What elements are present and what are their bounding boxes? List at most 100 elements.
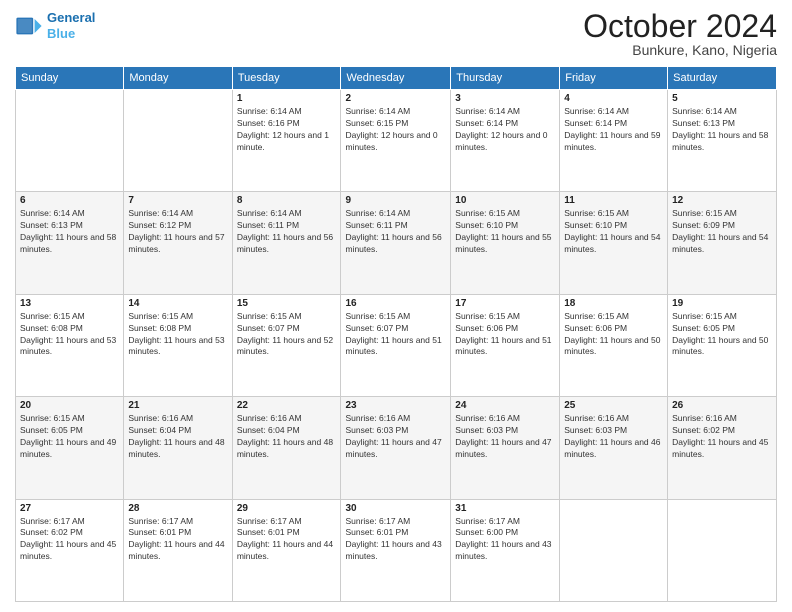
day-info: Sunrise: 6:14 AMSunset: 6:16 PMDaylight:… [237, 106, 337, 154]
calendar-cell-w3-d6: 19Sunrise: 6:15 AMSunset: 6:05 PMDayligh… [668, 294, 777, 396]
day-number: 28 [128, 503, 227, 514]
col-sunday: Sunday [16, 67, 124, 90]
calendar-cell-w4-d5: 25 Sunrise: 6:16 AMSunset: 6:03 PMDayligh… [560, 397, 668, 499]
day-number: 7 [128, 195, 227, 206]
calendar-cell-w2-d2: 8 Sunrise: 6:14 AMSunset: 6:11 PMDaylight… [232, 192, 341, 294]
day-info: Sunrise: 6:16 AMSunset: 6:04 PMDaylight:… [128, 413, 227, 461]
day-number: 10 [455, 195, 555, 206]
logo-text: General Blue [47, 10, 95, 41]
col-wednesday: Wednesday [341, 67, 451, 90]
calendar-cell-w5-d0: 27 Sunrise: 6:17 AMSunset: 6:02 PMDayligh… [16, 499, 124, 601]
day-info: Sunrise: 6:16 AMSunset: 6:03 PMDaylight:… [564, 413, 663, 461]
calendar-week-4: 20 Sunrise: 6:15 AMSunset: 6:05 PMDayligh… [16, 397, 777, 499]
day-info: Sunrise: 6:15 AMSunset: 6:07 PMDaylight:… [237, 311, 337, 359]
day-info: Sunrise: 6:16 AMSunset: 6:02 PMDaylight:… [672, 413, 772, 461]
day-info: Sunrise: 6:16 AMSunset: 6:04 PMDaylight:… [237, 413, 337, 461]
day-info: Sunrise: 6:15 AMSunset: 6:09 PMDaylight:… [672, 208, 772, 256]
logo: General Blue [15, 10, 95, 41]
day-number: 27 [20, 503, 119, 514]
page-header: General Blue October 2024 Bunkure, Kano,… [15, 10, 777, 58]
calendar-header-row: Sunday Monday Tuesday Wednesday Thursday… [16, 67, 777, 90]
calendar-cell-w4-d4: 24 Sunrise: 6:16 AMSunset: 6:03 PMDayligh… [451, 397, 560, 499]
calendar-cell-w4-d3: 23 Sunrise: 6:16 AMSunset: 6:03 PMDayligh… [341, 397, 451, 499]
calendar-cell-w1-d1 [124, 90, 232, 192]
logo-line2: Blue [47, 26, 75, 41]
col-friday: Friday [560, 67, 668, 90]
day-info: Sunrise: 6:17 AMSunset: 6:02 PMDaylight:… [20, 516, 119, 564]
calendar-cell-w1-d4: 3Sunrise: 6:14 AMSunset: 6:14 PMDaylight… [451, 90, 560, 192]
day-number: 11 [564, 195, 663, 206]
day-number: 20 [20, 400, 119, 411]
calendar-week-1: 1 Sunrise: 6:14 AMSunset: 6:16 PMDaylight… [16, 90, 777, 192]
day-number: 18 [564, 298, 663, 309]
day-number: 23 [345, 400, 446, 411]
day-number: 12 [672, 195, 772, 206]
calendar-cell-w2-d3: 9Sunrise: 6:14 AMSunset: 6:11 PMDaylight… [341, 192, 451, 294]
day-info: Sunrise: 6:17 AMSunset: 6:01 PMDaylight:… [237, 516, 337, 564]
day-number: 16 [345, 298, 446, 309]
day-info: Sunrise: 6:17 AMSunset: 6:01 PMDaylight:… [128, 516, 227, 564]
day-number: 24 [455, 400, 555, 411]
month-title: October 2024 [583, 10, 777, 42]
day-info: Sunrise: 6:15 AMSunset: 6:08 PMDaylight:… [20, 311, 119, 359]
day-info: Sunrise: 6:17 AMSunset: 6:00 PMDaylight:… [455, 516, 555, 564]
day-number: 31 [455, 503, 555, 514]
day-number: 26 [672, 400, 772, 411]
calendar-cell-w5-d6 [668, 499, 777, 601]
col-thursday: Thursday [451, 67, 560, 90]
calendar-cell-w3-d1: 14 Sunrise: 6:15 AMSunset: 6:08 PMDayligh… [124, 294, 232, 396]
calendar-cell-w2-d1: 7Sunrise: 6:14 AMSunset: 6:12 PMDaylight… [124, 192, 232, 294]
calendar-cell-w3-d2: 15Sunrise: 6:15 AMSunset: 6:07 PMDayligh… [232, 294, 341, 396]
day-info: Sunrise: 6:14 AMSunset: 6:11 PMDaylight:… [345, 208, 446, 256]
day-number: 6 [20, 195, 119, 206]
calendar-cell-w2-d0: 6 Sunrise: 6:14 AMSunset: 6:13 PMDaylight… [16, 192, 124, 294]
logo-line1: General [47, 10, 95, 25]
calendar-cell-w1-d0 [16, 90, 124, 192]
day-number: 2 [345, 93, 446, 104]
day-info: Sunrise: 6:15 AMSunset: 6:10 PMDaylight:… [455, 208, 555, 256]
day-number: 14 [128, 298, 227, 309]
day-info: Sunrise: 6:17 AMSunset: 6:01 PMDaylight:… [345, 516, 446, 564]
calendar-cell-w2-d5: 11 Sunrise: 6:15 AMSunset: 6:10 PMDayligh… [560, 192, 668, 294]
day-number: 8 [237, 195, 337, 206]
col-tuesday: Tuesday [232, 67, 341, 90]
day-number: 21 [128, 400, 227, 411]
day-info: Sunrise: 6:16 AMSunset: 6:03 PMDaylight:… [455, 413, 555, 461]
day-number: 19 [672, 298, 772, 309]
day-number: 22 [237, 400, 337, 411]
calendar-cell-w3-d3: 16Sunrise: 6:15 AMSunset: 6:07 PMDayligh… [341, 294, 451, 396]
location-subtitle: Bunkure, Kano, Nigeria [583, 42, 777, 58]
day-info: Sunrise: 6:15 AMSunset: 6:08 PMDaylight:… [128, 311, 227, 359]
day-number: 5 [672, 93, 772, 104]
calendar-cell-w2-d4: 10 Sunrise: 6:15 AMSunset: 6:10 PMDayligh… [451, 192, 560, 294]
day-number: 3 [455, 93, 555, 104]
day-info: Sunrise: 6:14 AMSunset: 6:13 PMDaylight:… [20, 208, 119, 256]
calendar-cell-w1-d6: 5Sunrise: 6:14 AMSunset: 6:13 PMDaylight… [668, 90, 777, 192]
calendar-week-2: 6 Sunrise: 6:14 AMSunset: 6:13 PMDaylight… [16, 192, 777, 294]
day-number: 17 [455, 298, 555, 309]
day-info: Sunrise: 6:16 AMSunset: 6:03 PMDaylight:… [345, 413, 446, 461]
calendar-cell-w5-d3: 30Sunrise: 6:17 AMSunset: 6:01 PMDayligh… [341, 499, 451, 601]
calendar-cell-w4-d0: 20 Sunrise: 6:15 AMSunset: 6:05 PMDayligh… [16, 397, 124, 499]
calendar-cell-w2-d6: 12 Sunrise: 6:15 AMSunset: 6:09 PMDayligh… [668, 192, 777, 294]
calendar-cell-w5-d5 [560, 499, 668, 601]
day-info: Sunrise: 6:15 AMSunset: 6:05 PMDaylight:… [20, 413, 119, 461]
calendar-cell-w3-d5: 18 Sunrise: 6:15 AMSunset: 6:06 PMDayligh… [560, 294, 668, 396]
calendar-cell-w5-d4: 31 Sunrise: 6:17 AMSunset: 6:00 PMDayligh… [451, 499, 560, 601]
day-info: Sunrise: 6:15 AMSunset: 6:06 PMDaylight:… [564, 311, 663, 359]
calendar-cell-w4-d6: 26 Sunrise: 6:16 AMSunset: 6:02 PMDayligh… [668, 397, 777, 499]
day-number: 13 [20, 298, 119, 309]
col-monday: Monday [124, 67, 232, 90]
calendar-cell-w1-d3: 2Sunrise: 6:14 AMSunset: 6:15 PMDaylight… [341, 90, 451, 192]
calendar-table: Sunday Monday Tuesday Wednesday Thursday… [15, 66, 777, 602]
calendar-cell-w3-d4: 17Sunrise: 6:15 AMSunset: 6:06 PMDayligh… [451, 294, 560, 396]
day-number: 4 [564, 93, 663, 104]
calendar-cell-w4-d1: 21 Sunrise: 6:16 AMSunset: 6:04 PMDayligh… [124, 397, 232, 499]
calendar-week-3: 13 Sunrise: 6:15 AMSunset: 6:08 PMDayligh… [16, 294, 777, 396]
day-number: 25 [564, 400, 663, 411]
calendar-cell-w4-d2: 22 Sunrise: 6:16 AMSunset: 6:04 PMDayligh… [232, 397, 341, 499]
day-number: 1 [237, 93, 337, 104]
title-block: October 2024 Bunkure, Kano, Nigeria [583, 10, 777, 58]
day-info: Sunrise: 6:14 AMSunset: 6:11 PMDaylight:… [237, 208, 337, 256]
day-info: Sunrise: 6:15 AMSunset: 6:10 PMDaylight:… [564, 208, 663, 256]
